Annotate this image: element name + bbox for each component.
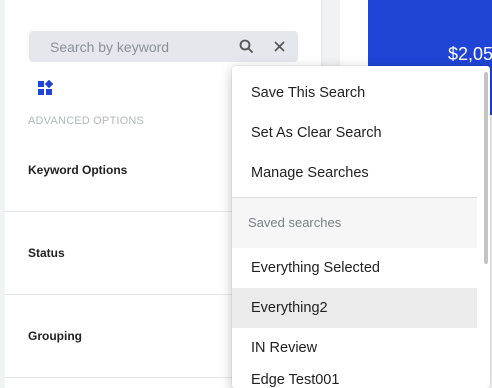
status-row[interactable]: Status — [28, 246, 65, 260]
menu-item-manage-searches[interactable]: Manage Searches — [232, 153, 477, 193]
close-icon[interactable] — [269, 36, 290, 57]
saved-searches-header: Saved searches — [232, 198, 477, 248]
grouping-row[interactable]: Grouping — [28, 329, 82, 343]
saved-search-in-review[interactable]: IN Review — [232, 328, 477, 368]
keyword-options-row[interactable]: Keyword Options — [28, 163, 127, 177]
filter-grid-icon[interactable] — [37, 79, 54, 96]
search-input[interactable] — [29, 31, 250, 62]
advanced-options-label: ADVANCED OPTIONS — [28, 115, 145, 127]
menu-item-save-this-search[interactable]: Save This Search — [232, 73, 477, 113]
menu-item-set-as-clear-search[interactable]: Set As Clear Search — [232, 113, 477, 153]
menu-scrollbar[interactable] — [482, 66, 490, 388]
saved-search-everything-selected[interactable]: Everything Selected — [232, 248, 477, 288]
search-icon[interactable] — [236, 36, 257, 57]
menu-scroll-thumb[interactable] — [484, 72, 488, 264]
summary-amount: $2,05 — [448, 44, 492, 64]
saved-search-menu: Save This Search Set As Clear Search Man… — [232, 66, 490, 388]
search-box — [29, 31, 298, 62]
saved-search-everything2[interactable]: Everything2 — [232, 288, 477, 328]
saved-search-edge-test001[interactable]: Edge Test001 — [251, 372, 339, 388]
